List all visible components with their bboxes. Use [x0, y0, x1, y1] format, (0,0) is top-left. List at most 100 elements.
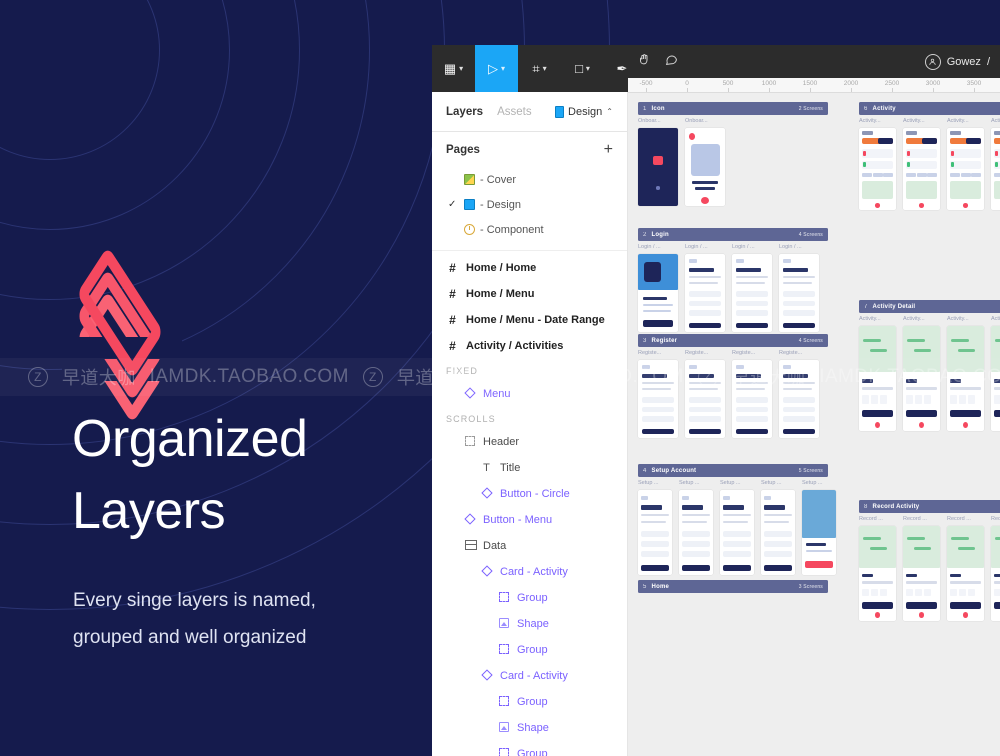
frame-thumbnail[interactable] — [991, 128, 1000, 210]
frame-thumbnail[interactable] — [720, 490, 754, 575]
layer-row[interactable]: Group — [432, 741, 627, 756]
layer-row[interactable]: Header — [432, 429, 627, 455]
frame-label[interactable]: Activity... — [903, 316, 940, 324]
frame-label[interactable]: Activity... — [903, 118, 940, 126]
frame-thumbnail[interactable] — [859, 326, 896, 431]
frame-label[interactable]: Registe... — [732, 350, 772, 358]
canvas-section[interactable]: 3 Register 4 Screens Registe... Registe... Re… — [638, 334, 828, 438]
frame-label[interactable]: Activity... — [859, 316, 896, 324]
chevron-down-icon[interactable]: ▾ — [459, 64, 463, 73]
canvas-area[interactable]: Gowez / -500 0 500 1000 1500 2000 2500 3000 3500… — [628, 45, 1000, 756]
canvas-frame[interactable]: Registe... — [638, 350, 678, 438]
canvas-frame[interactable]: Record ... — [859, 516, 896, 621]
frame-label[interactable]: Onboar... — [638, 118, 678, 126]
frame-tool-icon[interactable]: ⌗ ▾ — [518, 45, 561, 92]
frame-label[interactable]: Record ... — [903, 516, 940, 524]
layer-row[interactable]: Button - Menu — [432, 507, 627, 533]
frame-thumbnail[interactable] — [685, 128, 725, 206]
chevron-down-icon[interactable]: ▾ — [543, 64, 547, 73]
canvas-frame[interactable]: Login / ... — [779, 244, 819, 332]
canvas-frame[interactable]: Activity... — [859, 118, 896, 210]
canvas-frame[interactable]: Activity... — [991, 316, 1000, 431]
section-header[interactable]: 5 Home 3 Screens — [638, 580, 828, 593]
canvas-section[interactable]: 5 Home 3 Screens — [638, 580, 828, 593]
chevron-down-icon[interactable]: ▾ — [586, 64, 590, 73]
canvas-frame[interactable]: Registe... — [685, 350, 725, 438]
frame-label[interactable]: Record ... — [859, 516, 896, 524]
layer-row[interactable]: Card - Activity — [432, 559, 627, 585]
canvas-frame[interactable]: Setup ... — [720, 480, 754, 575]
frame-thumbnail[interactable] — [685, 254, 725, 332]
layer-row[interactable]: Button - Circle — [432, 481, 627, 507]
canvas-section[interactable]: 4 Setup Account 5 Screens Setup ... Setup ..… — [638, 464, 836, 575]
frame-label[interactable]: Setup ... — [802, 480, 836, 488]
layer-row[interactable]: Group — [432, 637, 627, 663]
frame-label[interactable]: Registe... — [685, 350, 725, 358]
add-page-button[interactable]: + — [604, 142, 613, 158]
frame-thumbnail[interactable] — [779, 360, 819, 438]
layer-row[interactable]: Group — [432, 585, 627, 611]
canvas-frame[interactable]: Record ... — [947, 516, 984, 621]
section-header[interactable]: 4 Setup Account 5 Screens — [638, 464, 828, 477]
frame-label[interactable]: Record ... — [947, 516, 984, 524]
frame-label[interactable]: Activity... — [859, 118, 896, 126]
shape-tool-icon[interactable]: □ ▾ — [561, 45, 604, 92]
tab-layers[interactable]: Layers — [446, 106, 483, 118]
canvas-frame[interactable]: Activity... — [903, 118, 940, 210]
layer-row[interactable]: Shape — [432, 611, 627, 637]
frame-thumbnail[interactable] — [638, 128, 678, 206]
frame-label[interactable]: Onboar... — [685, 118, 725, 126]
canvas-frame[interactable]: Activity... — [947, 316, 984, 431]
frame-thumbnail[interactable] — [638, 490, 672, 575]
section-header[interactable]: 6Activity5 Screens — [859, 102, 1000, 115]
frame-thumbnail[interactable] — [903, 526, 940, 621]
frame-thumbnail[interactable] — [779, 254, 819, 332]
frame-label[interactable]: Login / ... — [638, 244, 678, 252]
frame-label[interactable]: Activity... — [991, 118, 1000, 126]
frame-thumbnail[interactable] — [761, 490, 795, 575]
canvas-frame[interactable]: Login / ... — [685, 244, 725, 332]
page-item-cover[interactable]: - Cover — [446, 167, 613, 192]
page-item-design[interactable]: ✓ - Design — [446, 192, 613, 217]
canvas-section[interactable]: 7Activity Detail5 ScreensActivity...Acti… — [859, 300, 1000, 431]
frame-thumbnail[interactable] — [991, 526, 1000, 621]
canvas-frame[interactable]: Setup ... — [802, 480, 836, 575]
menu-icon[interactable]: ▦ ▾ — [432, 45, 475, 92]
layer-row[interactable]: Card - Activity — [432, 663, 627, 689]
canvas-section[interactable]: 1 Icon 2 Screens Onboar... Onboar... — [638, 102, 828, 206]
layer-row[interactable]: T Title — [432, 455, 627, 481]
layer-row[interactable]: # Home / Menu — [432, 281, 627, 307]
canvas-frame[interactable]: Activity... — [859, 316, 896, 431]
frame-label[interactable]: Registe... — [779, 350, 819, 358]
canvas-frame[interactable]: Setup ... — [679, 480, 713, 575]
frame-label[interactable]: Setup ... — [638, 480, 672, 488]
frame-thumbnail[interactable] — [638, 360, 678, 438]
frame-thumbnail[interactable] — [947, 526, 984, 621]
frame-label[interactable]: Setup ... — [720, 480, 754, 488]
user-account[interactable]: Gowez / — [924, 53, 990, 70]
layer-row[interactable]: # Home / Home — [432, 255, 627, 281]
frame-label[interactable]: Login / ... — [732, 244, 772, 252]
layer-row[interactable]: # Home / Menu - Date Range — [432, 307, 627, 333]
layer-row[interactable]: Shape — [432, 715, 627, 741]
frame-thumbnail[interactable] — [859, 526, 896, 621]
move-tool-icon[interactable]: ▷ ▾ — [475, 45, 518, 92]
tab-assets[interactable]: Assets — [497, 106, 532, 118]
section-header[interactable]: 8Record Activity4 Screens — [859, 500, 1000, 513]
layer-row[interactable]: Group — [432, 689, 627, 715]
frame-label[interactable]: Activity... — [947, 118, 984, 126]
frame-label[interactable]: Setup ... — [761, 480, 795, 488]
canvas-section[interactable]: 8Record Activity4 Screens Record ... Recor… — [859, 500, 1000, 621]
chevron-down-icon[interactable]: ▾ — [501, 64, 505, 73]
frame-thumbnail[interactable] — [638, 254, 678, 332]
frame-label[interactable]: Activity... — [947, 316, 984, 324]
canvas-frame[interactable]: Setup ... — [638, 480, 672, 575]
canvas-frame[interactable]: Login / ... — [638, 244, 678, 332]
frame-thumbnail[interactable] — [903, 326, 940, 431]
document-selector[interactable]: Design ⌃ — [555, 105, 613, 118]
canvas-frame[interactable]: Registe... — [779, 350, 819, 438]
canvas-board[interactable]: 1 Icon 2 Screens Onboar... Onboar... 2 Login 4 … — [628, 93, 1000, 756]
page-item-component[interactable]: - Component — [446, 217, 613, 242]
frame-label[interactable]: Login / ... — [685, 244, 725, 252]
frame-thumbnail[interactable] — [732, 360, 772, 438]
